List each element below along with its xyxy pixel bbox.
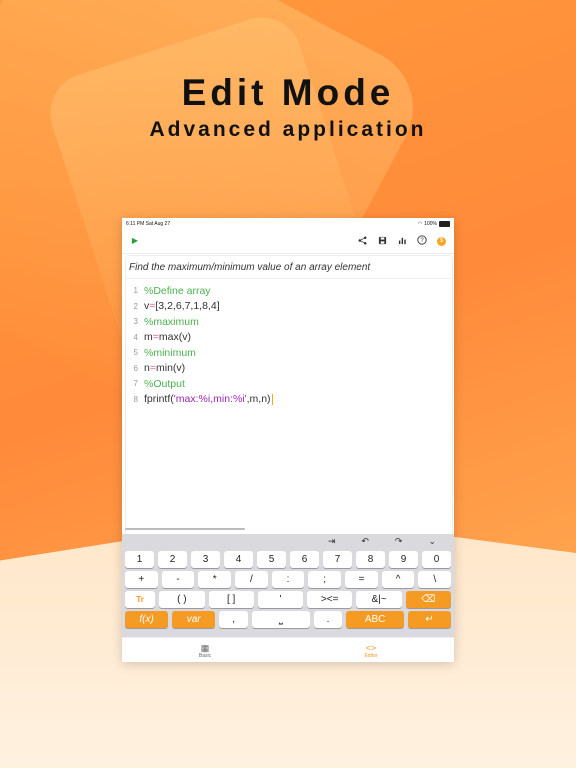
coin-icon[interactable]: $: [437, 236, 446, 246]
line-number: 5: [133, 348, 138, 358]
keyboard-actions: ⇥ ↶ ↷ ⌄: [122, 534, 454, 548]
key-4[interactable]: 4: [224, 551, 253, 568]
key-plus[interactable]: +: [125, 571, 158, 588]
code-line: 8 fprintf('max:%i,min:%i' ,m,n): [126, 392, 452, 408]
key-3[interactable]: 3: [191, 551, 220, 568]
key-semicolon[interactable]: ;: [308, 571, 342, 588]
toolbar: ▶ ? $: [122, 229, 454, 254]
code-comment: %Define array: [144, 284, 211, 297]
line-number: 1: [133, 286, 138, 296]
status-date: Sat Aug 27: [145, 220, 171, 227]
chart-icon[interactable]: [397, 236, 407, 247]
custom-keyboard: ⇥ ↶ ↷ ⌄ 1 2 3 4 5 6 7 8 9 0 + - * / : ; …: [122, 534, 454, 637]
key-equals[interactable]: =: [345, 571, 378, 588]
key-function[interactable]: f(x): [125, 611, 169, 628]
code-expression: min(v): [155, 362, 186, 375]
key-variable[interactable]: var: [172, 611, 216, 628]
key-7[interactable]: 7: [323, 551, 352, 568]
run-icon[interactable]: ▶: [130, 236, 140, 246]
undo-icon[interactable]: ↶: [361, 536, 369, 547]
code-area[interactable]: 1 %Define array 2 v = [3,2,6,7,1,8,4] 3 %m…: [126, 279, 452, 407]
code-expression: ,m,n): [246, 393, 271, 406]
key-parentheses[interactable]: ( ): [159, 591, 205, 608]
line-number: 7: [133, 379, 138, 389]
key-text-style[interactable]: Tr: [125, 591, 156, 608]
status-time: 6:11 PM: [126, 220, 145, 227]
code-comment: %maximum: [144, 315, 199, 328]
key-minus[interactable]: -: [161, 571, 195, 588]
problem-description: Find the maximum/minimum value of an arr…: [126, 256, 452, 279]
save-icon[interactable]: [377, 236, 387, 247]
help-icon-glyph: ?: [420, 238, 424, 244]
share-icon[interactable]: [357, 236, 367, 247]
code-string: 'max:%i,min:%i': [173, 393, 247, 406]
code-line: 6 n = min(v): [126, 361, 452, 377]
keyboard-row-operators: + - * / : ; = ^ \: [122, 571, 454, 588]
key-0[interactable]: 0: [422, 551, 451, 568]
wifi-icon: ◠: [417, 220, 423, 227]
key-comparison[interactable]: ><=: [307, 591, 353, 608]
code-variable: m: [144, 331, 153, 344]
code-comment: %minimum: [144, 346, 196, 359]
calculator-icon: ▦: [200, 642, 210, 653]
key-8[interactable]: 8: [356, 551, 385, 568]
keyboard-row-bottom: f(x) var , ⎵ . ABC ↵: [122, 611, 454, 628]
hide-keyboard-icon[interactable]: ⌄: [428, 536, 436, 547]
line-number: 4: [133, 332, 138, 342]
code-line: 1 %Define array: [126, 283, 452, 299]
code-line: 7 %Output: [126, 376, 452, 392]
status-bar: 6:11 PM Sat Aug 27 ◠ 100%: [122, 218, 454, 229]
backspace-key[interactable]: ⌫: [405, 591, 451, 608]
tab-bar: ▦ Basic <> Editor: [122, 637, 454, 662]
key-2[interactable]: 2: [158, 551, 187, 568]
key-period[interactable]: .: [313, 611, 343, 628]
key-divide[interactable]: /: [235, 571, 268, 588]
key-6[interactable]: 6: [290, 551, 319, 568]
line-number: 2: [133, 301, 138, 311]
key-multiply[interactable]: *: [198, 571, 232, 588]
tab-basic[interactable]: ▦ Basic: [122, 638, 288, 662]
return-key[interactable]: ↵: [407, 611, 452, 628]
tab-editor[interactable]: <> Editor: [288, 638, 454, 662]
code-line: 4 m = max(v): [126, 330, 452, 346]
key-quote[interactable]: ': [257, 591, 304, 608]
text-cursor: [271, 393, 273, 405]
code-icon: <>: [365, 642, 377, 653]
key-backslash[interactable]: \: [418, 571, 452, 588]
code-line: 5 %minimum: [126, 345, 452, 361]
battery-icon: [439, 220, 450, 227]
hero-subtitle: Advanced application: [149, 118, 427, 141]
code-editor[interactable]: Find the maximum/minimum value of an arr…: [125, 255, 453, 550]
code-function: fprintf(: [144, 393, 174, 406]
line-number: 8: [133, 394, 138, 404]
code-expression: max(v): [158, 331, 191, 344]
redo-icon[interactable]: ↷: [395, 536, 403, 547]
key-space[interactable]: ⎵: [252, 611, 310, 628]
code-comment: %Output: [144, 377, 185, 390]
key-logical[interactable]: &|~: [356, 591, 402, 608]
keyboard-row-numbers: 1 2 3 4 5 6 7 8 9 0: [122, 551, 454, 568]
key-caret[interactable]: ^: [381, 571, 415, 588]
help-icon[interactable]: ?: [417, 235, 427, 247]
key-9[interactable]: 9: [389, 551, 418, 568]
line-number: 6: [133, 363, 138, 373]
tab-label: Basic: [198, 652, 212, 659]
device-screen: 6:11 PM Sat Aug 27 ◠ 100% ▶ ? $ Find the…: [122, 218, 454, 662]
key-5[interactable]: 5: [257, 551, 286, 568]
key-abc[interactable]: ABC: [346, 611, 404, 628]
hero-title: Edit Mode: [181, 72, 395, 113]
horizontal-scrollbar[interactable]: [125, 528, 245, 530]
key-brackets[interactable]: [ ]: [208, 591, 254, 608]
keyboard-row-brackets: Tr ( ) [ ] ' ><= &|~ ⌫: [122, 591, 454, 608]
battery-percent: 100%: [424, 220, 437, 227]
indent-icon[interactable]: ⇥: [328, 536, 336, 547]
tab-label: Editor: [364, 652, 378, 659]
line-number: 3: [133, 317, 138, 327]
key-comma[interactable]: ,: [219, 611, 249, 628]
code-line: 3 %maximum: [126, 314, 452, 330]
code-expression: [3,2,6,7,1,8,4]: [155, 300, 220, 313]
key-1[interactable]: 1: [125, 551, 154, 568]
key-colon[interactable]: :: [271, 571, 305, 588]
code-line: 2 v = [3,2,6,7,1,8,4]: [126, 299, 452, 315]
